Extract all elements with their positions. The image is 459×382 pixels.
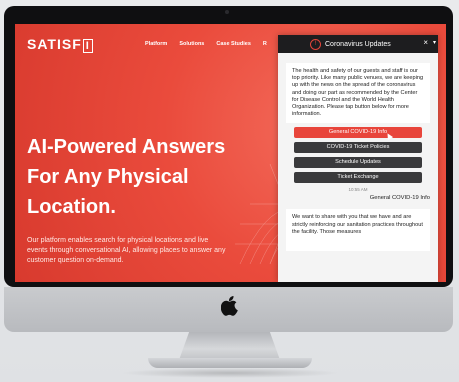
nav-case-studies[interactable]: Case Studies [216, 41, 251, 47]
nav-solutions[interactable]: Solutions [179, 41, 204, 47]
schedule-updates-button[interactable]: Schedule Updates [294, 157, 422, 169]
message-timestamp: 10:55 AM [348, 187, 368, 193]
alert-icon: ! [310, 38, 321, 50]
hero-title: AI-Powered Answers For Any Physical Loca… [27, 136, 226, 218]
logo-text: SATISF [27, 36, 82, 52]
logo-box: I [82, 39, 93, 53]
chat-widget: ! Coronavirus Updates × ▾ The health and… [278, 35, 438, 282]
close-icon[interactable]: × [423, 38, 428, 47]
user-reply: General COVID-19 Info [369, 195, 430, 202]
site-nav: Platform Solutions Case Studies R [145, 41, 267, 47]
apple-icon [221, 296, 238, 316]
general-covid-info-button[interactable]: General COVID-19 Info [294, 127, 422, 139]
chat-message-reply: We want to share with you that we have a… [286, 209, 430, 252]
chat-message-intro: The health and safety of our guests and … [286, 63, 430, 124]
ticket-policies-button[interactable]: COVID-19 Ticket Policies [294, 142, 422, 154]
chat-title: Coronavirus Updates [325, 40, 391, 48]
chat-header: ! Coronavirus Updates × ▾ [278, 35, 438, 53]
chevron-down-icon[interactable]: ▾ [433, 39, 436, 46]
site-logo[interactable]: SATISF I [27, 36, 93, 53]
imac-screen: SATISF I Platform Solutions Case Studies … [15, 24, 446, 282]
ticket-exchange-button[interactable]: Ticket Exchange [294, 172, 422, 184]
imac-stand-neck [179, 332, 280, 360]
hero-subtitle: Our platform enables search for physical… [27, 237, 226, 264]
stand-shadow [120, 368, 340, 378]
camera-icon [225, 10, 229, 14]
nav-platform[interactable]: Platform [145, 41, 167, 47]
nav-more[interactable]: R [263, 41, 267, 47]
imac-stand-base [148, 358, 312, 368]
